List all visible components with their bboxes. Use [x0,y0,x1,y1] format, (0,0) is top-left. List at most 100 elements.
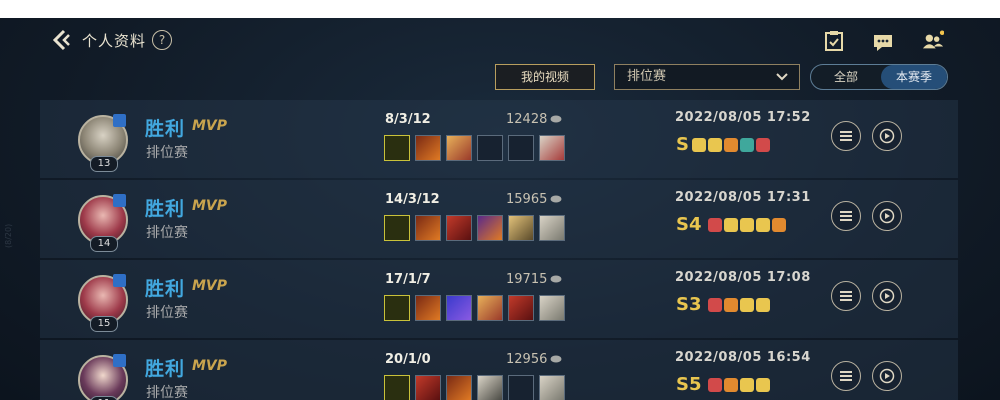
coin-icon [550,275,562,283]
kda: 8/3/12 [385,112,431,127]
gold-amount: 15965 [506,192,548,207]
side-watermark: (8/20) [4,223,13,248]
item-slot [446,375,472,400]
replay-button[interactable] [872,281,902,311]
win-streak-icon [756,298,770,312]
item-slot [539,375,565,400]
rank-letter: S [676,294,689,315]
chevron-down-icon [776,73,788,81]
item-slot [384,295,410,321]
list-icon [840,131,852,141]
item-slot [477,135,503,161]
hero-level: 11 [90,396,118,400]
win-streak-icon [724,218,738,232]
top-bar: 个人资料 ? [0,18,1000,66]
team-badge-icon [113,354,126,367]
item-slot [508,375,534,400]
hero-level: 13 [90,156,118,172]
win-streak-icon [772,218,786,232]
team-badge-icon [113,114,126,127]
checklist-icon[interactable] [823,30,845,52]
list-icon [840,291,852,301]
mvp-label: MVP [192,118,228,134]
toggle-season[interactable]: 本赛季 [881,65,947,89]
item-slot [508,215,534,241]
win-streak-icon [756,378,770,392]
match-result: 胜利 [145,278,186,300]
toggle-all[interactable]: 全部 [811,65,881,89]
friends-icon[interactable] [922,30,944,52]
match-row[interactable]: 11 胜利 MVP 排位赛 20/1/0 12956 2022/08/05 16… [40,340,958,400]
play-icon [879,208,895,224]
match-row[interactable]: 15 胜利 MVP 排位赛 17/1/7 19715 2022/08/05 17… [40,260,958,338]
match-datetime: 2022/08/05 16:54 [675,350,811,365]
back-arrow-icon[interactable] [50,28,74,52]
replay-button[interactable] [872,121,902,151]
rank-number: 5 [688,374,702,395]
details-button[interactable] [831,121,861,151]
win-streak-icon [708,218,722,232]
play-icon [879,128,895,144]
item-slot [415,375,441,400]
rank-grade: S5 [676,374,702,395]
match-result: 胜利 [145,358,186,380]
win-streak-icon [740,378,754,392]
replay-button[interactable] [872,201,902,231]
item-slot [446,135,472,161]
mvp-label: MVP [192,198,228,214]
details-button[interactable] [831,361,861,391]
item-slot [539,215,565,241]
item-slot [384,135,410,161]
item-slot [384,215,410,241]
item-slot [508,135,534,161]
mode-select[interactable]: 排位赛 [614,64,800,90]
match-datetime: 2022/08/05 17:31 [675,190,811,205]
item-slot [415,135,441,161]
item-slot [415,215,441,241]
help-icon[interactable]: ? [152,30,172,50]
item-slot [446,215,472,241]
item-slot [477,295,503,321]
hero-level: 14 [90,236,118,252]
match-row[interactable]: 14 胜利 MVP 排位赛 14/3/12 15965 2022/08/05 1… [40,180,958,258]
team-badge-icon [113,194,126,207]
rank-grade: S [676,134,689,155]
win-streak-icon [740,298,754,312]
match-row[interactable]: 13 胜利 MVP 排位赛 8/3/12 12428 2022/08/05 17… [40,100,958,178]
match-result: 胜利 [145,118,186,140]
details-button[interactable] [831,201,861,231]
item-slot [539,295,565,321]
my-videos-button[interactable]: 我的视频 [495,64,595,90]
match-datetime: 2022/08/05 17:52 [675,110,811,125]
rank-grade: S3 [676,294,702,315]
item-slot [415,295,441,321]
mode-select-value: 排位赛 [627,69,667,84]
item-slot [539,135,565,161]
details-button[interactable] [831,281,861,311]
win-streak-icon [708,138,722,152]
item-slot [508,295,534,321]
list-icon [840,371,852,381]
gold-amount: 12428 [506,112,548,127]
win-streak-icon [740,218,754,232]
kda: 20/1/0 [385,352,431,367]
chat-icon[interactable] [872,32,894,54]
team-badge-icon [113,274,126,287]
rank-number: 4 [688,214,702,235]
item-slot [446,295,472,321]
hero-level: 15 [90,316,118,332]
rank-grade: S4 [676,214,702,235]
rank-number: 3 [688,294,702,315]
list-icon [840,211,852,221]
item-slot [477,375,503,400]
win-streak-icon [756,138,770,152]
match-datetime: 2022/08/05 17:08 [675,270,811,285]
item-slot [477,215,503,241]
replay-button[interactable] [872,361,902,391]
match-mode: 排位赛 [146,385,188,400]
kda: 14/3/12 [385,192,440,207]
win-streak-icon [724,378,738,392]
win-streak-icon [724,138,738,152]
mvp-label: MVP [192,358,228,374]
match-mode: 排位赛 [146,225,188,241]
